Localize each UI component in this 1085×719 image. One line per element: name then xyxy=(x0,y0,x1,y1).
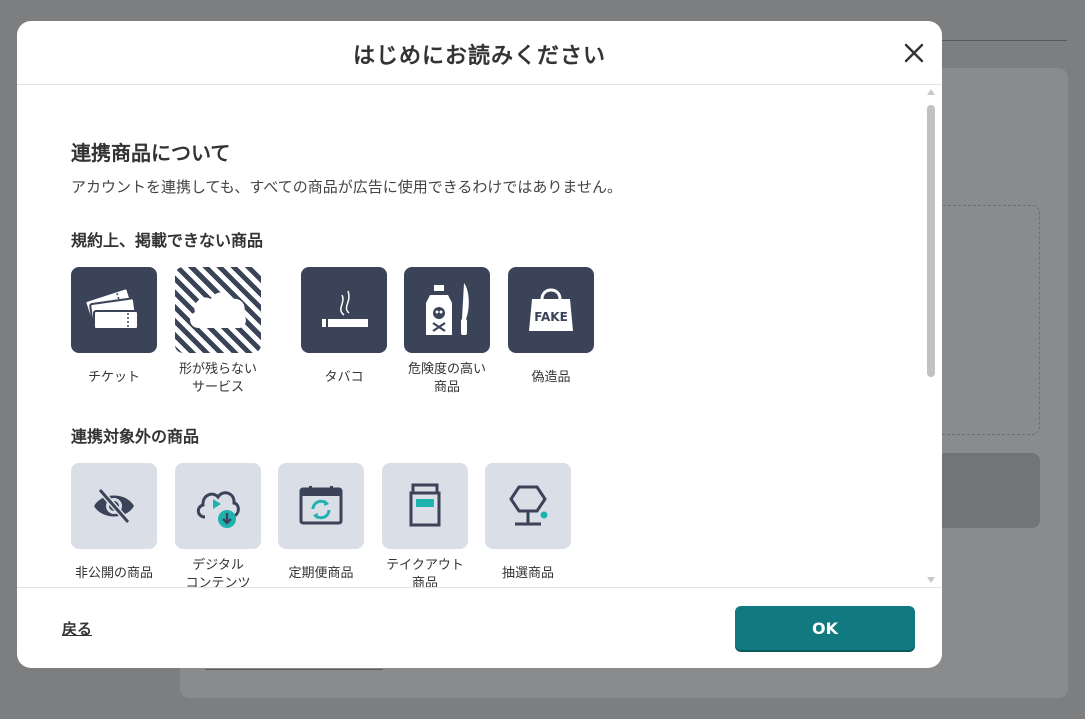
tile xyxy=(485,463,571,549)
item-label: 危険度の高い 商品 xyxy=(395,361,499,397)
scrollbar-thumb[interactable] xyxy=(927,105,935,377)
eye-off-icon xyxy=(94,488,134,524)
cigarette-icon xyxy=(322,290,368,327)
tile: FAKE xyxy=(508,267,594,353)
lottery-icon xyxy=(509,485,548,526)
fake-badge: FAKE xyxy=(534,310,568,324)
section-heading: 連携商品について xyxy=(71,141,231,165)
item-digital: デジタル コンテンツ xyxy=(166,463,270,587)
notice-modal: はじめにお読みください 連携商品について アカウントを連携しても、すべての商品が… xyxy=(17,21,942,668)
item-counterfeit: FAKE 偽造品 xyxy=(499,267,603,387)
item-lottery: 抽選商品 xyxy=(476,463,580,583)
ok-button[interactable]: OK xyxy=(735,606,915,650)
item-label-line1: デジタル xyxy=(192,558,244,573)
modal-footer: 戻る OK xyxy=(17,587,942,668)
background-divider xyxy=(930,40,1067,41)
item-label: 非公開の商品 xyxy=(74,566,153,581)
scroll-up-arrow-icon[interactable] xyxy=(927,89,935,95)
item-label: 偽造品 xyxy=(531,370,571,385)
background-upload-area xyxy=(930,205,1040,435)
item-ticket: チケット xyxy=(62,267,166,387)
scroll-down-arrow-icon[interactable] xyxy=(927,577,935,583)
item-label: チケット xyxy=(87,370,140,385)
poison-knife-icon xyxy=(426,283,469,335)
tile xyxy=(175,463,261,549)
item-label-line2: 商品 xyxy=(411,576,438,587)
item-label: 定期便商品 xyxy=(288,566,354,581)
item-label: 抽選商品 xyxy=(501,566,554,581)
prohibited-heading: 規約上、掲載できない商品 xyxy=(71,231,264,250)
modal-title: はじめにお読みください xyxy=(352,44,606,69)
item-label-line2: サービス xyxy=(191,380,244,395)
modal-body[interactable]: 連携商品について アカウントを連携しても、すべての商品が広告に使用できるわけでは… xyxy=(17,85,942,587)
item-label: 形が残らない サービス xyxy=(166,361,270,397)
tile xyxy=(404,267,490,353)
modal-header: はじめにお読みください xyxy=(17,21,942,85)
item-label: テイクアウト 商品 xyxy=(373,557,477,587)
cloud-icon xyxy=(190,292,246,329)
item-tobacco: タバコ xyxy=(292,267,396,387)
item-label-line1: テイクアウト xyxy=(386,558,464,573)
item-private: 非公開の商品 xyxy=(62,463,166,583)
fake-bag-icon: FAKE xyxy=(529,288,573,331)
tile xyxy=(175,267,261,353)
scrollbar[interactable] xyxy=(926,89,936,583)
item-label-line1: 危険度の高い xyxy=(407,362,486,377)
cloud-download-icon xyxy=(196,491,240,528)
item-label-line2: 商品 xyxy=(433,380,460,395)
tile xyxy=(71,267,157,353)
tile xyxy=(71,463,157,549)
item-takeout: テイクアウト 商品 xyxy=(373,463,477,587)
close-icon xyxy=(904,43,924,63)
tile xyxy=(382,463,468,549)
item-subscription: 定期便商品 xyxy=(269,463,373,583)
item-label-line1: 形が残らない xyxy=(178,362,257,377)
lead-text: アカウントを連携しても、すべての商品が広告に使用できるわけではありません。 xyxy=(71,178,622,196)
close-button[interactable] xyxy=(900,39,928,67)
tile xyxy=(278,463,364,549)
item-dangerous: 危険度の高い 商品 xyxy=(395,267,499,397)
background-block xyxy=(930,453,1040,528)
back-link[interactable]: 戻る xyxy=(62,618,92,639)
calendar-refresh-icon xyxy=(299,486,343,525)
item-label: デジタル コンテンツ xyxy=(166,557,270,587)
ticket-icon xyxy=(84,287,139,330)
item-intangible-service: 形が残らない サービス xyxy=(166,267,270,397)
tile xyxy=(301,267,387,353)
excluded-heading: 連携対象外の商品 xyxy=(71,427,200,446)
item-label-line2: コンテンツ xyxy=(185,576,251,587)
item-label: タバコ xyxy=(324,370,364,385)
takeout-bag-icon xyxy=(409,483,441,527)
